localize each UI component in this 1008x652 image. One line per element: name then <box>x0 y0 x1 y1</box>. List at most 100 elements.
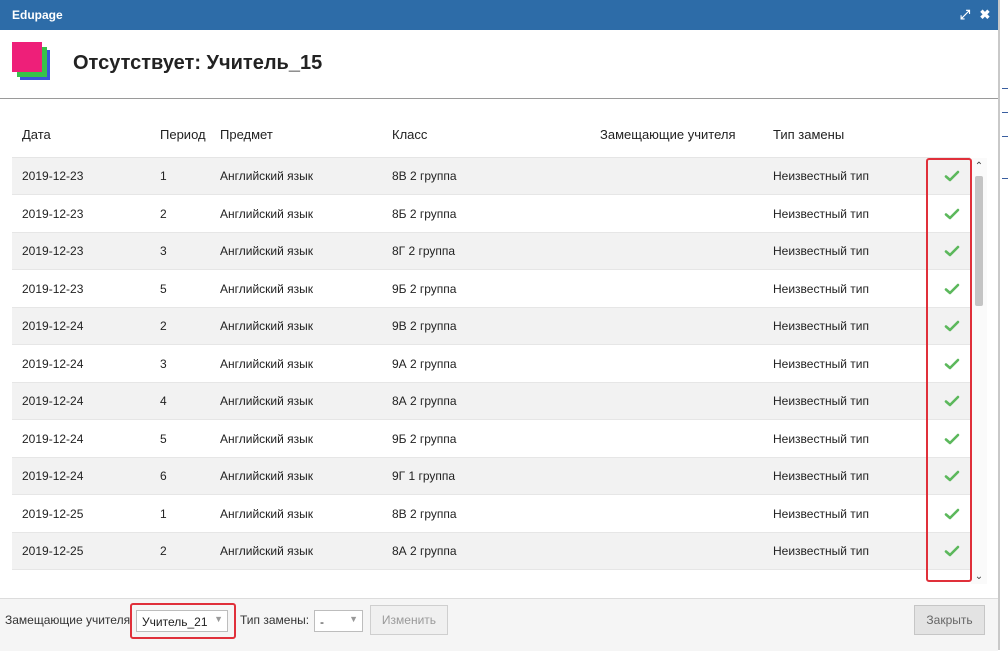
cell-period: 3 <box>160 356 167 371</box>
checkmark-icon[interactable] <box>943 168 961 184</box>
scroll-down-arrow-icon[interactable]: ⌄ <box>971 570 987 584</box>
table-row[interactable]: 2019-12-24 2 Английский язык 9В 2 группа Неи… <box>12 308 970 345</box>
cell-class: 9Г 1 группа <box>392 469 456 483</box>
checkmark-icon[interactable] <box>943 543 961 559</box>
cell-substitution-type: Неизвестный тип <box>773 281 869 296</box>
cell-class: 9Б 2 группа <box>392 281 457 296</box>
background-page-edge <box>1000 0 1008 652</box>
cell-date: 2019-12-23 <box>22 169 84 183</box>
checkmark-icon[interactable] <box>943 318 961 334</box>
checkmark-icon[interactable] <box>943 393 961 409</box>
cell-subject: Английский язык <box>220 169 314 183</box>
cell-class: 9А 2 группа <box>392 356 457 371</box>
cell-date: 2019-12-23 <box>22 244 84 258</box>
close-button[interactable]: Закрыть <box>914 605 985 635</box>
dialog-titlebar[interactable]: Edupage ⤢ ✖ <box>0 0 998 30</box>
table-row[interactable]: 2019-12-23 2 Английский язык 8Б 2 группа Неи… <box>12 195 970 233</box>
column-header-substitution-type[interactable]: Тип замены <box>773 127 844 142</box>
table-row[interactable]: 2019-12-23 3 Английский язык 8Г 2 группа Неи… <box>12 233 970 270</box>
cell-class: 9Б 2 группа <box>392 431 457 446</box>
scroll-up-arrow-icon[interactable]: ⌃ <box>971 160 987 174</box>
checkmark-icon[interactable] <box>943 356 961 372</box>
cell-substitution-type: Неизвестный тип <box>773 469 869 483</box>
cell-substitution-type: Неизвестный тип <box>773 319 869 333</box>
cell-substitution-type: Неизвестный тип <box>773 244 869 258</box>
cell-subject: Английский язык <box>220 356 314 371</box>
cell-class: 8В 2 группа <box>392 506 457 521</box>
cell-substitution-type: Неизвестный тип <box>773 206 869 221</box>
cell-class: 8В 2 группа <box>392 169 457 183</box>
substitution-type-label: Тип замены: <box>240 613 310 627</box>
cell-substitution-type: Неизвестный тип <box>773 544 869 558</box>
table-header: Дата Период Предмет Класс Замещающие учи… <box>12 114 970 158</box>
cell-subject: Английский язык <box>220 394 314 408</box>
cell-substitution-type: Неизвестный тип <box>773 506 869 521</box>
chevron-down-icon: ▼ <box>349 614 358 624</box>
cell-substitution-type: Неизвестный тип <box>773 356 869 371</box>
checkmark-icon[interactable] <box>943 243 961 259</box>
cell-date: 2019-12-25 <box>22 544 84 558</box>
cell-class: 8А 2 группа <box>392 544 457 558</box>
cell-period: 2 <box>160 544 167 558</box>
table-row[interactable]: 2019-12-23 1 Английский язык 8В 2 группа Неи… <box>12 158 970 195</box>
cell-subject: Английский язык <box>220 206 314 221</box>
cell-period: 1 <box>160 506 167 521</box>
close-icon[interactable]: ✖ <box>978 7 992 23</box>
cell-period: 5 <box>160 431 167 446</box>
cell-date: 2019-12-24 <box>22 394 84 408</box>
substitute-teacher-value: Учитель_21 <box>142 615 208 629</box>
cell-subject: Английский язык <box>220 244 314 258</box>
cell-substitution-type: Неизвестный тип <box>773 394 869 408</box>
column-header-period[interactable]: Период <box>160 127 206 142</box>
cell-period: 1 <box>160 169 167 183</box>
table-row[interactable]: 2019-12-25 2 Английский язык 8А 2 группа Неи… <box>12 533 970 570</box>
checkmark-icon[interactable] <box>943 506 961 522</box>
cell-subject: Английский язык <box>220 431 314 446</box>
cell-substitution-type: Неизвестный тип <box>773 431 869 446</box>
checkmark-icon[interactable] <box>943 281 961 297</box>
dialog-footer: Замещающие учителя Учитель_21 ▼ Тип заме… <box>0 598 998 651</box>
scrollbar-thumb[interactable] <box>975 176 983 306</box>
cell-date: 2019-12-24 <box>22 469 84 483</box>
substitution-dialog: Edupage ⤢ ✖ Отсутствует: Учитель_15 Дата… <box>0 0 1000 651</box>
table-row[interactable]: 2019-12-25 1 Английский язык 8В 2 группа Неи… <box>12 495 970 533</box>
table-scrollbar[interactable]: ⌃ ⌄ <box>971 158 987 584</box>
cell-period: 5 <box>160 281 167 296</box>
table-row[interactable]: 2019-12-24 3 Английский язык 9А 2 группа Неи… <box>12 345 970 383</box>
checkmark-icon[interactable] <box>943 206 961 222</box>
cell-date: 2019-12-25 <box>22 506 84 521</box>
cell-period: 4 <box>160 394 167 408</box>
cell-period: 2 <box>160 206 167 221</box>
cell-period: 6 <box>160 469 167 483</box>
table-row[interactable]: 2019-12-24 6 Английский язык 9Г 1 группа Неи… <box>12 458 970 495</box>
cell-subject: Английский язык <box>220 319 314 333</box>
column-header-substitute-teachers[interactable]: Замещающие учителя <box>600 127 736 142</box>
cell-date: 2019-12-23 <box>22 206 84 221</box>
table-row[interactable]: 2019-12-24 4 Английский язык 8А 2 группа Неи… <box>12 383 970 420</box>
substitution-type-select[interactable]: - ▼ <box>314 610 363 632</box>
cell-class: 9В 2 группа <box>392 319 457 333</box>
checkmark-icon[interactable] <box>943 431 961 447</box>
lessons-table: Дата Период Предмет Класс Замещающие учи… <box>12 114 987 584</box>
cell-date: 2019-12-24 <box>22 356 84 371</box>
table-row[interactable]: 2019-12-23 5 Английский язык 9Б 2 группа Неи… <box>12 270 970 308</box>
expand-icon[interactable]: ⤢ <box>958 7 972 23</box>
column-header-class[interactable]: Класс <box>392 127 427 142</box>
cell-class: 8А 2 группа <box>392 394 457 408</box>
substitution-type-value: - <box>320 615 324 629</box>
substitute-teacher-select[interactable]: Учитель_21 ▼ <box>136 610 228 632</box>
edupage-logo-icon <box>12 42 54 84</box>
table-row[interactable]: 2019-12-24 5 Английский язык 9Б 2 группа Неи… <box>12 420 970 458</box>
column-header-date[interactable]: Дата <box>22 127 51 142</box>
cell-subject: Английский язык <box>220 544 314 558</box>
window-title: Edupage <box>12 8 63 22</box>
cell-date: 2019-12-23 <box>22 281 84 296</box>
checkmark-icon[interactable] <box>943 468 961 484</box>
cell-period: 3 <box>160 244 167 258</box>
cell-date: 2019-12-24 <box>22 319 84 333</box>
cell-period: 2 <box>160 319 167 333</box>
column-header-subject[interactable]: Предмет <box>220 127 273 142</box>
chevron-down-icon: ▼ <box>214 614 223 624</box>
change-button[interactable]: Изменить <box>370 605 448 635</box>
page-title: Отсутствует: Учитель_15 <box>73 52 323 74</box>
